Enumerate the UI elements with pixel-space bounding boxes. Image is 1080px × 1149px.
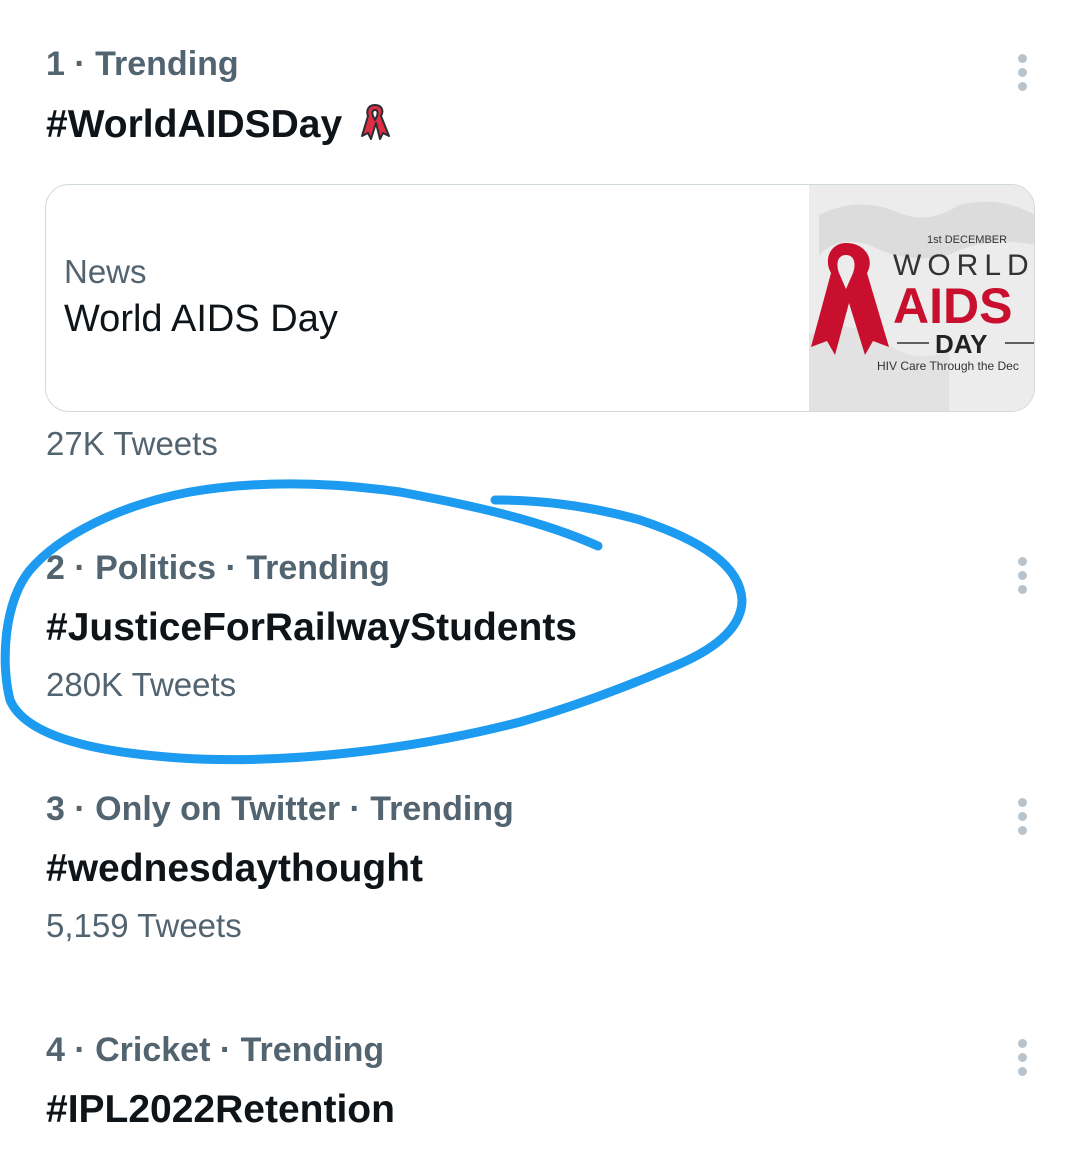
graphic-line-day: DAY <box>935 329 988 359</box>
news-card-thumbnail: 1st DECEMBER WORLD AIDS DAY HIV Care Thr… <box>809 185 1034 411</box>
news-card-category: News <box>64 253 147 290</box>
more-options-button[interactable] <box>1008 1037 1038 1081</box>
trend-meta: 3 · Only on Twitter · Trending <box>46 790 514 828</box>
trend-hashtag[interactable]: #WorldAIDSDay <box>46 103 391 147</box>
trend-hashtag[interactable]: #IPL2022Retention <box>46 1088 395 1132</box>
red-ribbon-icon <box>361 104 391 140</box>
trend-hashtag[interactable]: #wednesdaythought <box>46 847 423 891</box>
news-card[interactable]: News World AIDS Day 1st DECEMBER WORLD A… <box>45 184 1035 412</box>
news-card-title: World AIDS Day <box>64 298 338 340</box>
trend-meta: 1 · Trending <box>46 45 239 83</box>
trend-tweet-count: 5,159 Tweets <box>46 907 242 944</box>
more-options-button[interactable] <box>1008 555 1038 599</box>
graphic-date-line: 1st DECEMBER <box>927 234 1007 246</box>
graphic-line-aids: AIDS <box>893 278 1012 334</box>
trend-tweet-count: 280K Tweets <box>46 666 237 703</box>
more-options-button[interactable] <box>1008 52 1038 96</box>
trend-meta: 2 · Politics · Trending <box>46 549 390 587</box>
world-aids-day-graphic: 1st DECEMBER WORLD AIDS DAY HIV Care Thr… <box>809 185 1034 411</box>
more-options-button[interactable] <box>1008 796 1038 840</box>
trend-hashtag-text: #WorldAIDSDay <box>46 103 343 146</box>
trend-tweet-count: 27K Tweets <box>46 425 218 462</box>
trend-meta: 4 · Cricket · Trending <box>46 1031 385 1069</box>
trend-hashtag[interactable]: #JusticeForRailwayStudents <box>46 606 577 650</box>
graphic-caption: HIV Care Through the Dec <box>877 359 1019 373</box>
